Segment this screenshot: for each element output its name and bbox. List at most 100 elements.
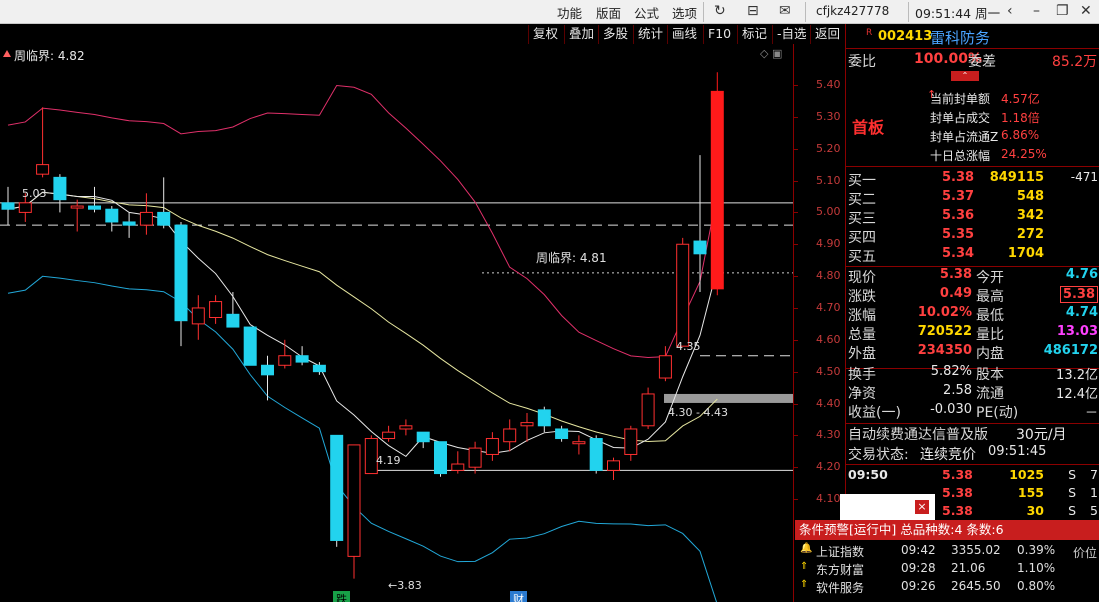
y-tick-label: 4.70 <box>794 300 841 314</box>
stat-value: 0.49 <box>939 286 972 301</box>
stat-row: 涨幅 10.02% 最低 4.74 <box>846 305 1099 324</box>
fund-row: 净资 2.58 流通 12.4亿 <box>846 383 1099 402</box>
fund-label: 股本 <box>976 367 1004 383</box>
tool-back[interactable]: 返回 <box>810 25 844 44</box>
candle-down <box>157 211 171 226</box>
menu-function[interactable]: 功能 <box>557 3 582 22</box>
tool-remove-watchlist[interactable]: -自选 <box>772 25 811 44</box>
stock-header: R 002413 雷科防务 <box>846 24 1099 48</box>
seal-value: 4.57亿 <box>1001 92 1040 106</box>
tag-finance: 财 <box>510 591 527 602</box>
alert-title[interactable]: 条件预警[运行中] 总品种数:4 条数:6 <box>795 520 1099 540</box>
trade-status-row: 交易状态: 连续竞价 09:51:45 <box>846 444 1099 463</box>
candle-down <box>53 176 67 201</box>
bid-volume: 342 <box>1016 208 1044 223</box>
candle-down <box>105 208 119 223</box>
lock-icon[interactable]: ⊟ <box>747 3 759 19</box>
annotation-min: ←3.83 <box>388 579 422 592</box>
bid-row[interactable]: 买五 5.34 1704 <box>846 246 1099 265</box>
close-icon[interactable]: ✕ <box>1080 3 1092 19</box>
mail-icon[interactable]: ✉ <box>779 3 791 19</box>
kline-chart[interactable]: 周临界: 4.82 ◇ ▣ 周临界: 4.81 5.03 4.19 4.35 4… <box>0 44 793 602</box>
y-tick-label: 4.80 <box>794 269 841 283</box>
menu-formula[interactable]: 公式 <box>634 3 659 22</box>
stat-label: 最高 <box>976 289 1004 305</box>
chart-toolbar: 复权 叠加 多股 统计 画线 F10 标记 -自选 返回 <box>0 25 845 44</box>
bid-label: 买二 <box>848 192 876 208</box>
bid-row[interactable]: 买四 5.35 272 <box>846 227 1099 246</box>
promo-text[interactable]: 自动续费通达信普及版 <box>848 424 988 444</box>
candle-down <box>295 355 309 363</box>
bid-label: 买四 <box>848 230 876 246</box>
menu-options[interactable]: 选项 <box>672 3 697 22</box>
maximize-icon[interactable]: ❐ <box>1056 3 1069 19</box>
candle-down <box>589 438 603 471</box>
alert-row[interactable]: ⇑ 软件服务 09:26 2645.50 0.80% <box>795 579 1099 597</box>
diff-label: 委差 <box>968 54 996 70</box>
alert-price: 21.06 <box>951 561 986 575</box>
bid-price: 5.38 <box>942 170 975 185</box>
band-lower-line <box>7 275 718 602</box>
tool-draw-line[interactable]: 画线 <box>667 25 701 44</box>
tool-statistics[interactable]: 统计 <box>633 25 667 44</box>
tick-price: 5.38 <box>942 503 973 518</box>
tick-side: S <box>1068 485 1076 500</box>
seal-row: 十日总涨幅 24.25% <box>846 147 1099 166</box>
diamond-icon[interactable]: ◇ ▣ <box>760 47 782 60</box>
back-icon[interactable]: ‹ <box>1007 3 1013 19</box>
alert-time: 09:26 <box>901 579 936 593</box>
stat-label: 外盘 <box>848 346 876 362</box>
bid-price: 5.35 <box>942 227 975 242</box>
stat-label: 现价 <box>848 270 876 286</box>
candle-up <box>451 463 465 471</box>
refresh-icon[interactable]: ↻ <box>714 3 726 19</box>
collapse-icon[interactable]: ⌃ <box>951 71 979 81</box>
bid-row[interactable]: 买二 5.37 548 <box>846 189 1099 208</box>
promo-price[interactable]: 30元/月 <box>1016 424 1067 444</box>
stat-label: 涨跌 <box>848 289 876 305</box>
range-box <box>664 393 793 403</box>
account-id: cfjkz427778 <box>816 4 890 18</box>
bid-price: 5.34 <box>942 246 975 261</box>
y-tick-label: 4.10 <box>794 492 841 506</box>
alert-row[interactable]: 🔔 上证指数 09:42 3355.02 0.39% <box>795 543 1099 561</box>
stat-label: 涨幅 <box>848 308 876 324</box>
fund-label: 收益(一) <box>848 405 901 421</box>
tool-f10[interactable]: F10 <box>703 25 735 44</box>
bid-row[interactable]: 买三 5.36 342 <box>846 208 1099 227</box>
stat-label: 今开 <box>976 270 1004 286</box>
bid-row[interactable]: 买一 5.38 849115 -471 <box>846 170 1099 189</box>
alert-price: 3355.02 <box>951 543 1001 557</box>
stock-name[interactable]: 雷科防务 <box>930 27 990 48</box>
promo-row[interactable]: 自动续费通达信普及版 30元/月 <box>846 424 1099 443</box>
candle-up <box>382 431 396 440</box>
tool-overlay[interactable]: 叠加 <box>564 25 598 44</box>
alert-time: 09:42 <box>901 543 936 557</box>
y-tick-label: 4.30 <box>794 428 841 442</box>
popup-close-icon[interactable]: × <box>915 500 929 514</box>
candle-down <box>312 364 326 373</box>
minimize-icon[interactable]: – <box>1033 3 1040 19</box>
arrow-up-icon: ⇑ <box>800 579 809 590</box>
bid-volume: 1704 <box>1007 246 1044 261</box>
menu-layout[interactable]: 版面 <box>596 3 621 22</box>
ma-short-line <box>7 191 718 458</box>
tool-mark[interactable]: 标记 <box>737 25 771 44</box>
diff-value: 85.2万 <box>1052 54 1098 70</box>
bid-label: 买一 <box>848 173 876 189</box>
candle-down <box>88 205 101 210</box>
popup-stub: × <box>840 494 935 520</box>
tool-restore-rights[interactable]: 复权 <box>528 25 562 44</box>
critical-label: 周临界: 4.81 <box>536 251 607 265</box>
stat-value: 5.38 <box>1059 286 1098 303</box>
alert-name: 东方财富 <box>816 563 865 577</box>
stat-label: 最低 <box>976 308 1004 324</box>
stat-label: 量比 <box>976 327 1004 343</box>
stat-value: 486172 <box>1043 343 1098 358</box>
price-axis: 5.40 5.30 5.20 5.10 5.00 4.90 4.80 4.70 4.60 4.50… <box>793 44 845 602</box>
tick-volume: 30 <box>1026 503 1044 518</box>
alert-row[interactable]: ⇑ 东方财富 09:28 21.06 1.10% <box>795 561 1099 579</box>
candle-down <box>555 428 569 440</box>
candle-down <box>537 409 551 427</box>
tool-multi-stock[interactable]: 多股 <box>598 25 632 44</box>
